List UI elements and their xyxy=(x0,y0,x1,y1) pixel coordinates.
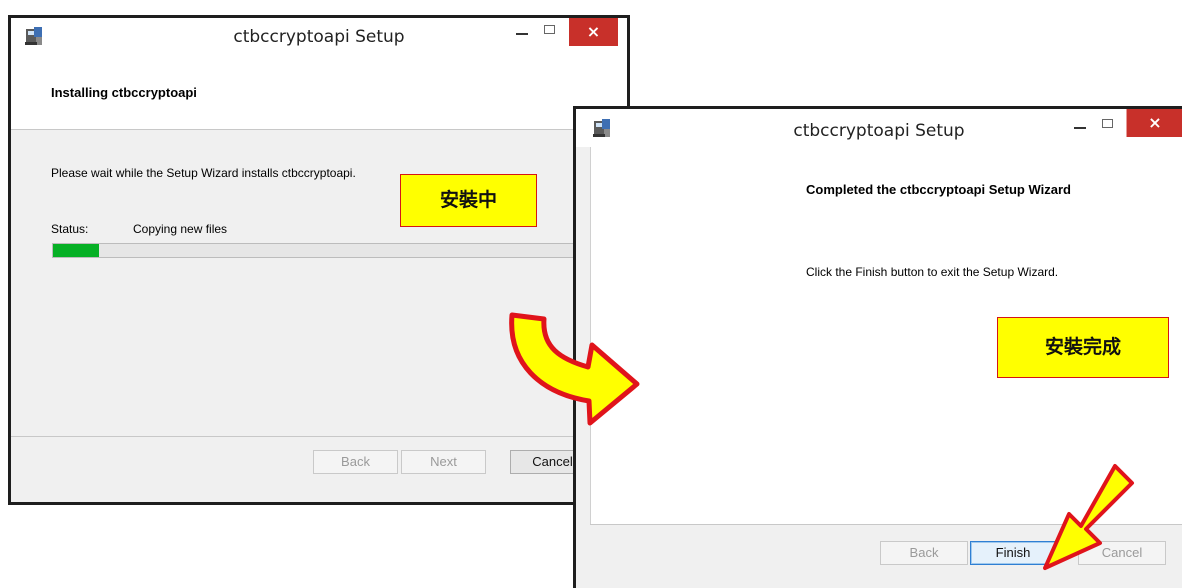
page-heading: Installing ctbccryptoapi xyxy=(51,85,197,100)
progress-bar xyxy=(52,243,632,258)
finish-message: Click the Finish button to exit the Setu… xyxy=(806,265,1059,279)
maximize-button[interactable] xyxy=(536,18,564,46)
status-label: Status: xyxy=(51,222,89,236)
installing-callout-label: 安裝中 xyxy=(400,174,537,227)
pointer-arrow-icon xyxy=(1043,464,1134,570)
close-button[interactable]: × xyxy=(1126,109,1182,137)
back-button[interactable]: Back xyxy=(313,450,398,474)
completed-callout-label: 安裝完成 xyxy=(997,317,1169,378)
minimize-button[interactable] xyxy=(508,18,536,46)
header-divider xyxy=(11,129,627,130)
installing-window: ctbccryptoapi Setup × Installing ctbccry… xyxy=(8,15,632,505)
close-button[interactable]: × xyxy=(569,18,618,46)
completed-heading: Completed the ctbccryptoapi Setup Wizard xyxy=(806,182,1071,197)
back-button[interactable]: Back xyxy=(880,541,968,565)
transition-arrow-icon xyxy=(509,312,640,426)
next-button[interactable]: Next xyxy=(401,450,486,474)
minimize-button[interactable] xyxy=(1066,112,1094,140)
progress-fill xyxy=(53,244,100,257)
footer-divider xyxy=(11,436,627,437)
header-banner: Installing ctbccryptoapi xyxy=(11,52,627,129)
completed-titlebar: ctbccryptoapi Setup × xyxy=(576,109,1182,147)
installing-titlebar: ctbccryptoapi Setup × xyxy=(11,18,627,56)
maximize-button[interactable] xyxy=(1094,112,1122,140)
install-message: Please wait while the Setup Wizard insta… xyxy=(51,166,356,180)
status-value: Copying new files xyxy=(133,222,228,236)
